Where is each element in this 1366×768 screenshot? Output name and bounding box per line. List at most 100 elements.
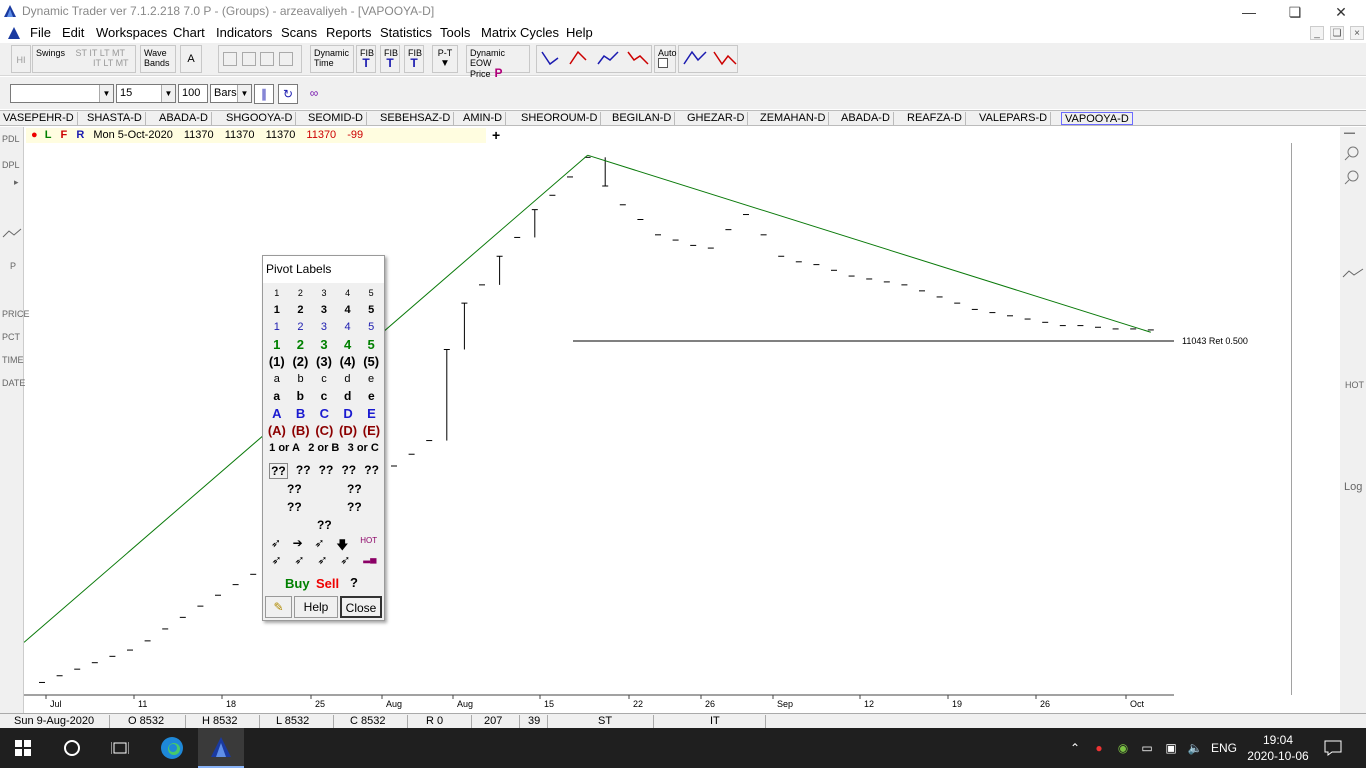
bars-type-combo[interactable]: Bars ▼: [210, 84, 252, 103]
line-tool-right-icon[interactable]: [1342, 267, 1364, 279]
minimize-button[interactable]: —: [1226, 2, 1272, 22]
tab-abada[interactable]: ABADA-D: [156, 112, 212, 125]
pivot-label[interactable]: (D): [339, 423, 357, 438]
menu-edit[interactable]: Edit: [62, 25, 84, 40]
expand-icon[interactable]: ▸: [14, 177, 19, 188]
open-icon[interactable]: [260, 52, 275, 66]
pivot-label[interactable]: 1: [274, 288, 279, 298]
mdi-close-icon[interactable]: ×: [1350, 26, 1364, 40]
pivot-label[interactable]: 1: [274, 321, 280, 333]
pivot-label[interactable]: d: [344, 373, 350, 385]
task-view-button[interactable]: [98, 728, 142, 768]
copy-icon[interactable]: [223, 52, 237, 66]
volume-icon[interactable]: 🔈: [1186, 728, 1204, 768]
pivot-label[interactable]: (3): [316, 354, 332, 369]
date-label[interactable]: DATE: [2, 378, 25, 388]
chevron-down-icon[interactable]: ▼: [237, 85, 251, 102]
pivot-label[interactable]: c: [321, 389, 328, 403]
menu-file[interactable]: File: [30, 25, 51, 40]
wave-bands-button[interactable]: Wave Bands: [140, 45, 176, 73]
trend-line[interactable]: [587, 154, 1151, 333]
language-indicator[interactable]: ENG: [1208, 728, 1240, 768]
search-button[interactable]: [50, 728, 94, 768]
fib-time-button-1[interactable]: FIB T: [356, 45, 376, 73]
mdi-minimize-icon[interactable]: _: [1310, 26, 1324, 40]
pivot-or-label[interactable]: 2 or B: [308, 442, 339, 454]
log-scale-toggle[interactable]: Log: [1344, 481, 1362, 493]
pivot-label[interactable]: (4): [340, 354, 356, 369]
flag-l[interactable]: L: [45, 129, 52, 141]
menu-reports[interactable]: Reports: [326, 25, 372, 40]
pivot-label[interactable]: D: [343, 406, 352, 421]
eye-arrow-icon[interactable]: ➶: [271, 553, 281, 567]
wave-icons[interactable]: [682, 48, 738, 70]
app-menu-icon[interactable]: [8, 27, 20, 39]
pivot-label[interactable]: B: [296, 406, 305, 421]
tray-colors-icon[interactable]: ◉: [1114, 728, 1132, 768]
question-button[interactable]: ?: [350, 575, 358, 590]
pivot-label[interactable]: e: [368, 389, 375, 403]
dynamic-trader-taskbar-button[interactable]: [198, 728, 244, 768]
pivot-label[interactable]: 1: [274, 304, 280, 316]
pivot-label[interactable]: E: [367, 406, 376, 421]
menu-matrix-cycles[interactable]: Matrix Cycles: [481, 25, 559, 40]
pivot-label[interactable]: (5): [363, 354, 379, 369]
pivot-label[interactable]: 4: [345, 321, 351, 333]
pivot-label[interactable]: 5: [368, 321, 374, 333]
battery-icon[interactable]: ▭: [1138, 728, 1156, 768]
hi-button[interactable]: HI: [11, 45, 31, 73]
pivot-label[interactable]: 4: [345, 304, 351, 316]
pivot-label[interactable]: 4: [344, 337, 351, 352]
tab-sebehsaz[interactable]: SEBEHSAZ-D: [377, 112, 455, 125]
menu-chart[interactable]: Chart: [173, 25, 205, 40]
pivot-label[interactable]: 3: [321, 304, 327, 316]
menu-help[interactable]: Help: [566, 25, 593, 40]
swings-lt[interactable]: LT: [100, 48, 110, 58]
notifications-button[interactable]: [1318, 728, 1348, 768]
pivot-label[interactable]: (A): [268, 423, 286, 438]
tab-valepars[interactable]: VALEPARS-D: [976, 112, 1052, 125]
tab-shgooya[interactable]: SHGOOYA-D: [223, 112, 297, 125]
swings-mt-2[interactable]: MT: [116, 58, 129, 68]
tab-begilan[interactable]: BEGILAN-D: [609, 112, 676, 125]
menu-statistics[interactable]: Statistics: [380, 25, 432, 40]
pct-label[interactable]: PCT: [2, 332, 20, 342]
pivot-label[interactable]: 5: [369, 288, 374, 298]
start-button[interactable]: [0, 728, 46, 768]
dpl-label[interactable]: DPL: [2, 160, 20, 170]
menu-workspaces[interactable]: Workspaces: [96, 25, 167, 40]
zoom-in-icon[interactable]: [1344, 145, 1360, 161]
tab-vasepehr[interactable]: VASEPEHR-D: [0, 112, 78, 125]
tab-amin[interactable]: AMIN-D: [460, 112, 507, 125]
help-button[interactable]: Help: [294, 596, 338, 618]
pivot-label[interactable]: C: [320, 406, 329, 421]
refresh-icon[interactable]: ↻: [278, 84, 298, 104]
eye-arrow-icon[interactable]: ➶: [317, 553, 327, 567]
fib-time-button-3[interactable]: FIB T: [404, 45, 424, 73]
menu-scans[interactable]: Scans: [281, 25, 317, 40]
pivot-qq[interactable]: ??: [347, 500, 362, 514]
flag-f[interactable]: F: [61, 129, 68, 141]
period-combo[interactable]: 15 ▼: [116, 84, 176, 103]
symbol-combo[interactable]: ▼: [10, 84, 114, 103]
pivot-qq[interactable]: ??: [364, 463, 379, 479]
auto-toggle[interactable]: Auto: [654, 45, 677, 73]
pivot-label[interactable]: d: [344, 389, 351, 403]
pivot-qq[interactable]: ??: [287, 500, 302, 514]
swings-mt[interactable]: MT: [112, 48, 125, 58]
tab-shasta[interactable]: SHASTA-D: [84, 112, 146, 125]
pivot-qq[interactable]: ??: [319, 463, 334, 479]
pivot-label[interactable]: c: [321, 373, 327, 385]
pivot-label[interactable]: 1: [273, 337, 280, 352]
close-button[interactable]: Close: [340, 596, 382, 618]
pivot-label[interactable]: e: [368, 373, 374, 385]
pivot-qq[interactable]: ??: [341, 463, 356, 479]
tab-sheoroum[interactable]: SHEOROUM-D: [518, 112, 602, 125]
maximize-button[interactable]: ❏: [1272, 2, 1318, 22]
pivot-label[interactable]: b: [298, 373, 304, 385]
save-icon[interactable]: [278, 52, 293, 66]
tab-ghezar[interactable]: GHEZAR-D: [684, 112, 749, 125]
tab-reafza[interactable]: REAFZA-D: [904, 112, 966, 125]
eye-arrow-icon[interactable]: ➶: [340, 553, 350, 567]
pt-button[interactable]: P-T ▼: [432, 45, 458, 73]
